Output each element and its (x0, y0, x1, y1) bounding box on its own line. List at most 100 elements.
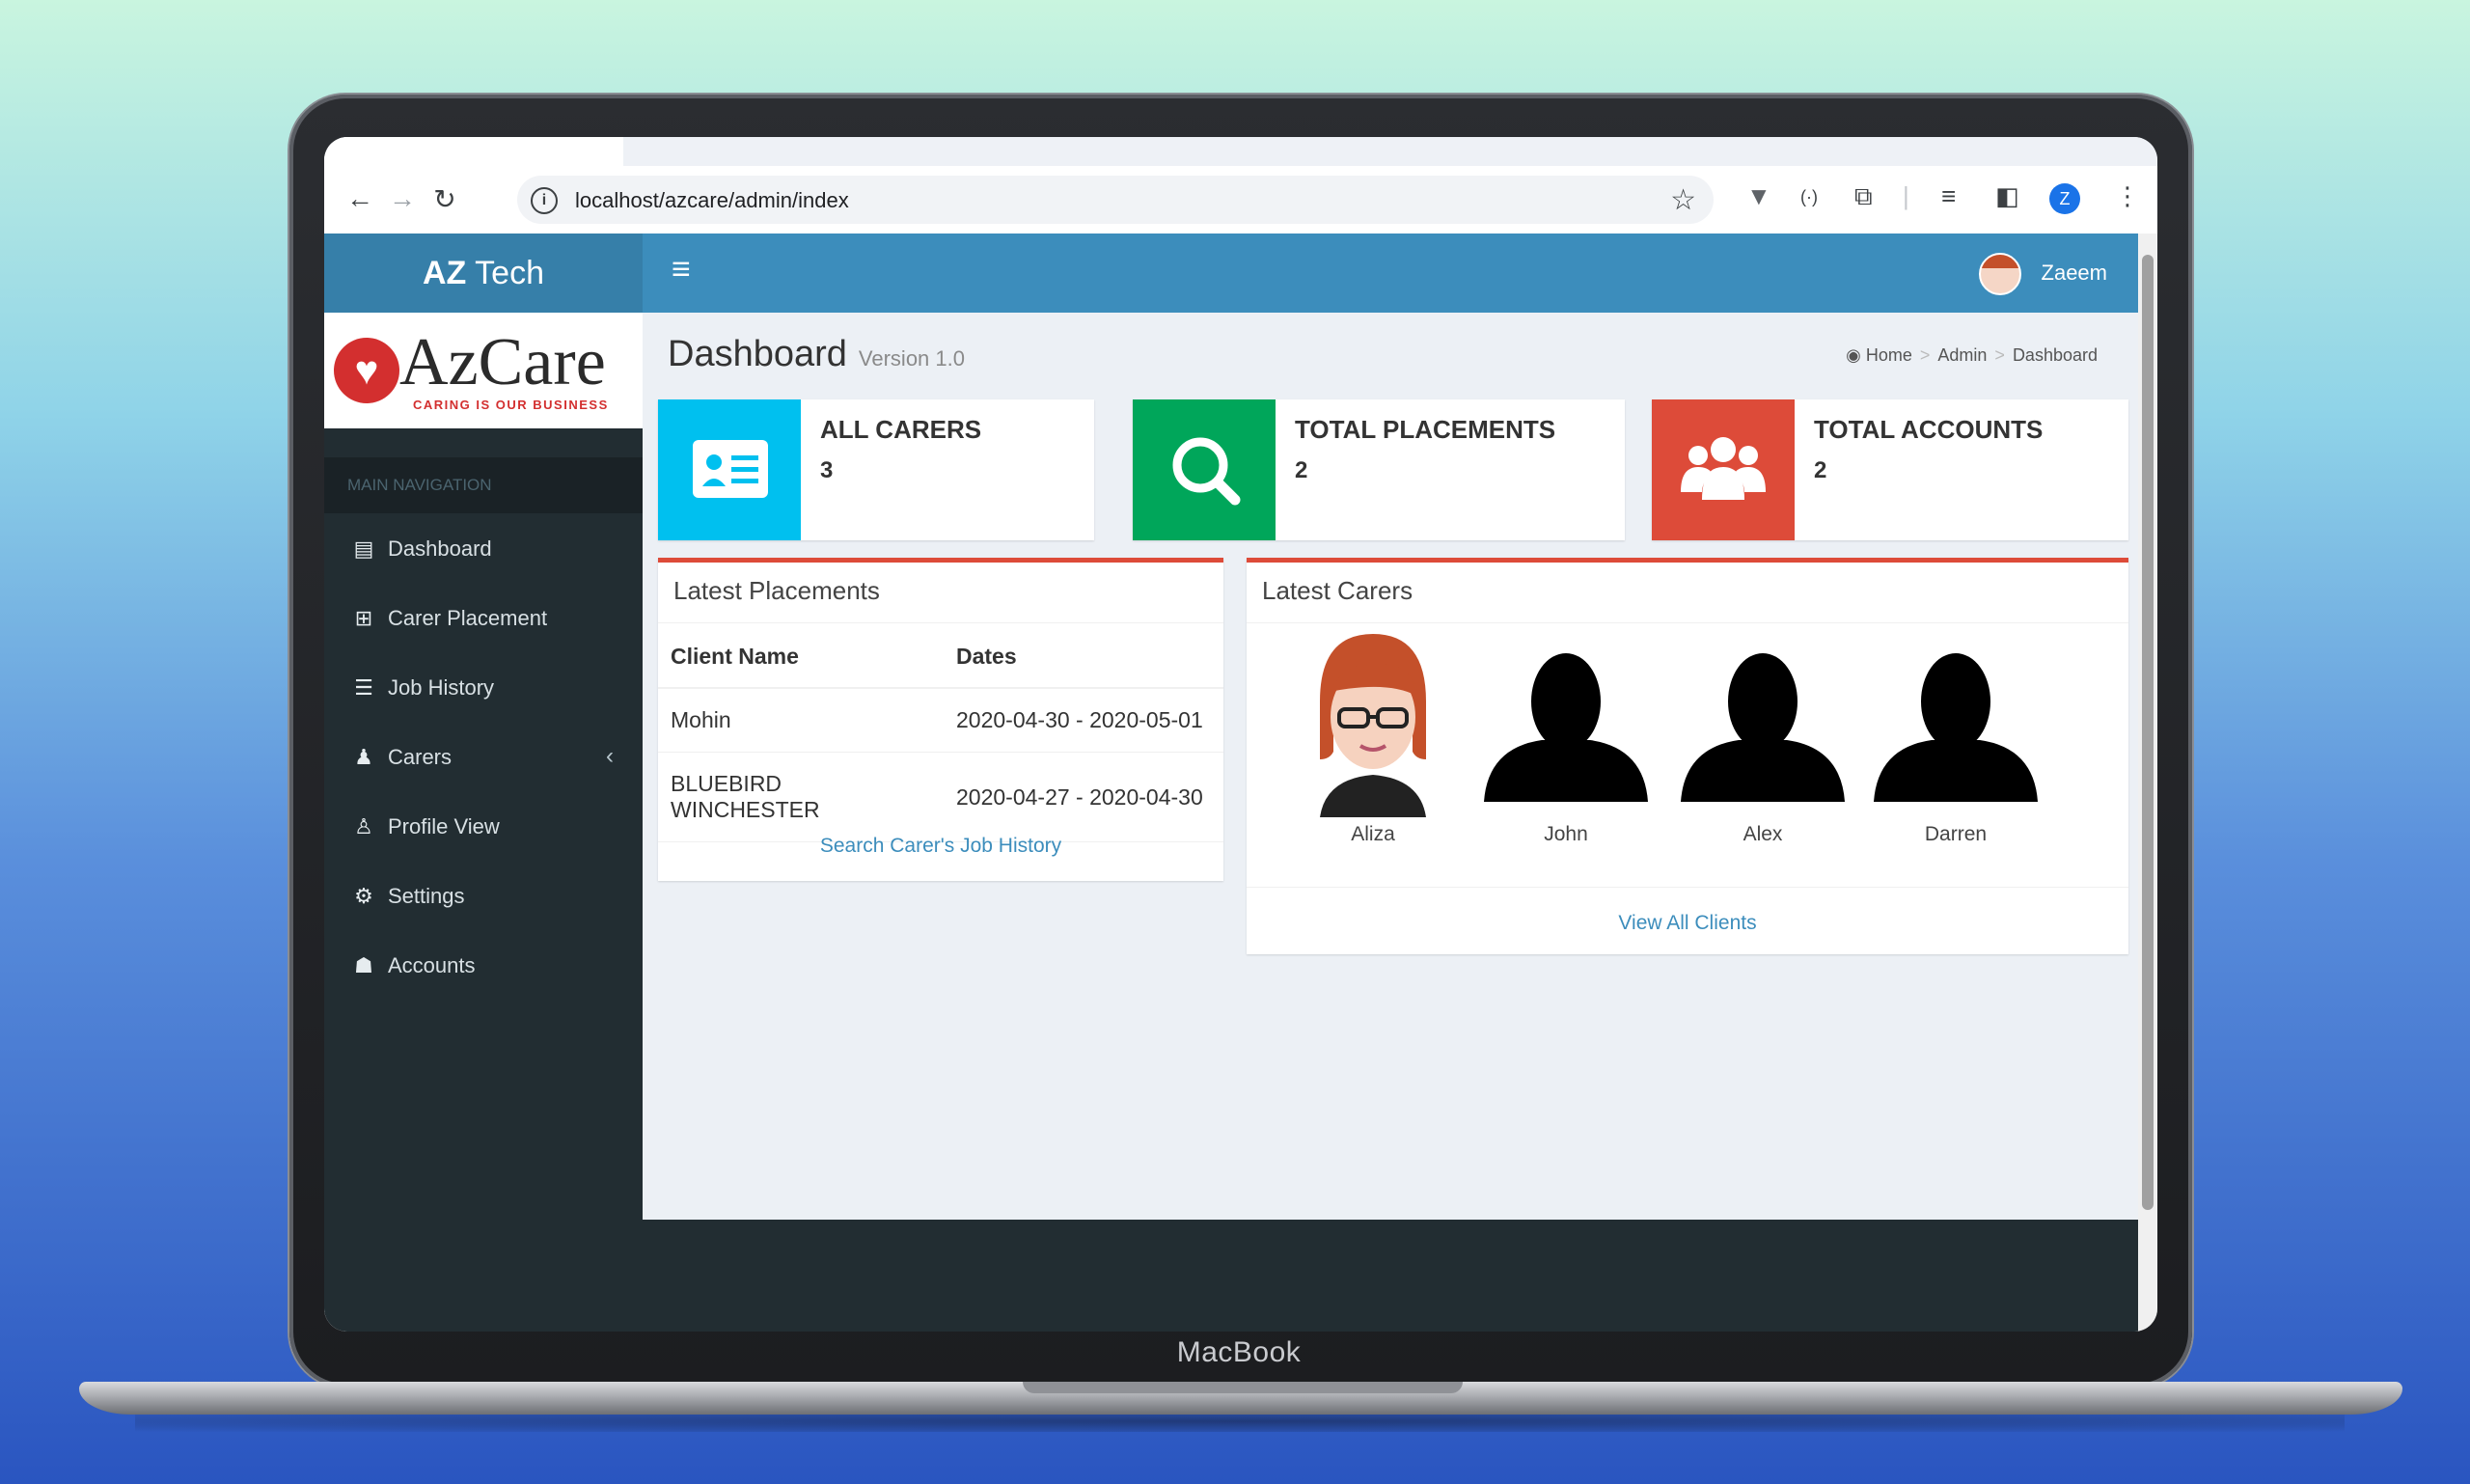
carer-card[interactable]: Alex (1681, 624, 1845, 846)
sidebar-item-settings[interactable]: ⚙ Settings (324, 861, 643, 930)
azcare-logo: ♥ AzCare CARING IS OUR BUSINESS (324, 313, 643, 428)
brand-bold: AZ (423, 255, 467, 291)
info-box-label: TOTAL PLACEMENTS (1295, 415, 1556, 444)
breadcrumb-admin[interactable]: Admin (1937, 345, 1987, 365)
info-box-value: 3 (820, 457, 834, 483)
sidebar-item-accounts[interactable]: ☗ Accounts (324, 930, 643, 1000)
user-icon: ♟ (354, 745, 373, 769)
forward-arrow-icon[interactable]: → (386, 183, 419, 214)
device-label: MacBook (1176, 1336, 1302, 1368)
info-box-total-accounts[interactable]: TOTAL ACCOUNTS 2 (1652, 399, 2128, 540)
media-queue-icon[interactable]: ≡ (1941, 181, 1956, 211)
user-secret-icon: ♙ (354, 814, 373, 838)
table-row[interactable]: Mohin 2020-04-30 - 2020-05-01 (658, 688, 1223, 753)
sidebar-item-label: Accounts (388, 953, 476, 977)
panel-title: Latest Carers (1262, 576, 1413, 605)
placeholder-person-icon (1874, 624, 2038, 817)
puzzle-extensions-icon[interactable]: ⧉ (1854, 181, 1873, 212)
tab-strip (324, 137, 2157, 166)
carer-card[interactable]: Darren (1874, 624, 2038, 846)
sidebar-item-label: Job History (388, 675, 495, 700)
brand-rest: Tech (475, 255, 544, 291)
page-footer (643, 1220, 2157, 1332)
dashboard-gauge-icon: ◉ (1846, 345, 1861, 365)
dates-cell: 2020-04-30 - 2020-05-01 (944, 688, 1223, 753)
search-job-history-link[interactable]: Search Carer's Job History (658, 835, 1223, 858)
nav-header: MAIN NAVIGATION (324, 457, 643, 513)
hamburger-menu-icon[interactable]: ≡ (672, 251, 691, 289)
info-box-label: TOTAL ACCOUNTS (1814, 415, 2044, 444)
sidebar-item-carer-placement[interactable]: ⊞ Carer Placement (324, 583, 643, 652)
toolbar-divider: | (1903, 181, 1909, 210)
info-box-all-carers[interactable]: ALL CARERS 3 (658, 399, 1094, 540)
extension-v-icon[interactable]: ▼ (1746, 181, 1771, 211)
info-box-total-placements[interactable]: TOTAL PLACEMENTS 2 (1133, 399, 1625, 540)
back-arrow-icon[interactable]: ← (343, 183, 376, 214)
info-box-label: ALL CARERS (820, 415, 982, 444)
cast-audio-icon[interactable]: (·) (1800, 187, 1818, 207)
page-title-text: Dashboard (668, 334, 847, 374)
carer-name: Alex (1743, 823, 1783, 845)
laptop-screen: ← → ↻ i localhost/azcare/admin/index ☆ ▼… (324, 137, 2157, 1332)
sidebar-item-profile-view[interactable]: ♙ Profile View (324, 791, 643, 861)
heart-hands-icon: ♥ (334, 338, 399, 403)
users-icon: ☗ (354, 953, 373, 977)
id-card-icon (658, 399, 801, 540)
profile-avatar-icon[interactable]: Z (2049, 183, 2080, 214)
app-window: AZ Tech ≡ Zaeem ♥ AzCare CARING IS OUR B… (324, 234, 2157, 1332)
carers-list: Aliza John Alex Darren (1247, 624, 2128, 856)
list-icon: ☰ (354, 675, 373, 700)
placeholder-person-icon (1484, 624, 1648, 817)
top-navbar: AZ Tech ≡ Zaeem (324, 234, 2157, 313)
panel-divider (1247, 622, 2128, 623)
sidebar-item-job-history[interactable]: ☰ Job History (324, 652, 643, 722)
scrollbar-thumb[interactable] (2142, 255, 2154, 1210)
breadcrumb: ◉ Home > Admin > Dashboard (1846, 345, 2098, 365)
carer-name: John (1544, 823, 1588, 845)
carer-name: Darren (1924, 823, 1988, 845)
plus-square-icon: ⊞ (354, 606, 373, 630)
address-bar[interactable]: i localhost/azcare/admin/index ☆ (517, 176, 1714, 224)
sidebar-item-label: Carers (388, 745, 453, 769)
sidebar-item-dashboard[interactable]: ▤ Dashboard (324, 513, 643, 583)
sidebar-item-carers[interactable]: ♟ Carers ‹ (324, 722, 643, 791)
carer-card[interactable]: Aliza (1291, 624, 1455, 846)
sidebar-menu: ▤ Dashboard ⊞ Carer Placement ☰ Job Hist… (324, 513, 643, 1000)
side-panel-icon[interactable]: ◧ (1995, 181, 2019, 211)
sidebar-item-label: Settings (388, 884, 465, 908)
placeholder-person-icon (1681, 624, 1845, 817)
active-tab[interactable] (324, 137, 623, 166)
logo-tagline: CARING IS OUR BUSINESS (413, 398, 609, 412)
user-avatar (1979, 253, 2022, 295)
scrollbar[interactable] (2138, 234, 2157, 1332)
reload-icon[interactable]: ↻ (428, 183, 461, 215)
panel-title: Latest Placements (673, 576, 880, 605)
carer-card[interactable]: John (1484, 624, 1648, 846)
gear-icon: ⚙ (354, 884, 373, 908)
table-row[interactable]: BLUEBIRD WINCHESTER 2020-04-27 - 2020-04… (658, 752, 1223, 842)
search-icon (1133, 399, 1276, 540)
url-text[interactable]: localhost/azcare/admin/index (575, 188, 849, 213)
view-all-clients-link[interactable]: View All Clients (1247, 912, 2128, 935)
kebab-menu-icon[interactable]: ⋮ (2115, 181, 2140, 211)
column-header: Dates (944, 624, 1223, 689)
sidebar-item-label: Dashboard (388, 536, 492, 561)
breadcrumb-home[interactable]: Home (1866, 345, 1912, 365)
column-header: Client Name (658, 624, 944, 689)
brand-logo[interactable]: AZ Tech (324, 234, 643, 313)
user-menu[interactable]: Zaeem (1979, 253, 2107, 295)
page-subtitle: Version 1.0 (858, 346, 965, 371)
site-info-icon[interactable]: i (531, 187, 558, 214)
browser-toolbar: ← → ↻ i localhost/azcare/admin/index ☆ ▼… (324, 166, 2157, 234)
client-name-cell: Mohin (658, 688, 944, 753)
page-title: Dashboard Version 1.0 (668, 334, 965, 375)
content-area: Dashboard Version 1.0 ◉ Home > Admin > Dashbo… (643, 313, 2157, 1220)
dates-cell: 2020-04-27 - 2020-04-30 (944, 752, 1223, 842)
carer-name: Aliza (1351, 823, 1395, 845)
user-name: Zaeem (2041, 260, 2107, 285)
bookmark-star-icon[interactable]: ☆ (1670, 183, 1696, 217)
laptop-notch (1023, 1382, 1463, 1393)
placements-table: Client Name Dates Mohin 2020-04-30 - 202… (658, 624, 1223, 842)
info-box-value: 2 (1814, 457, 1827, 483)
latest-carers-panel: Latest Carers Aliza John Alex Darren Vie… (1247, 558, 2128, 954)
